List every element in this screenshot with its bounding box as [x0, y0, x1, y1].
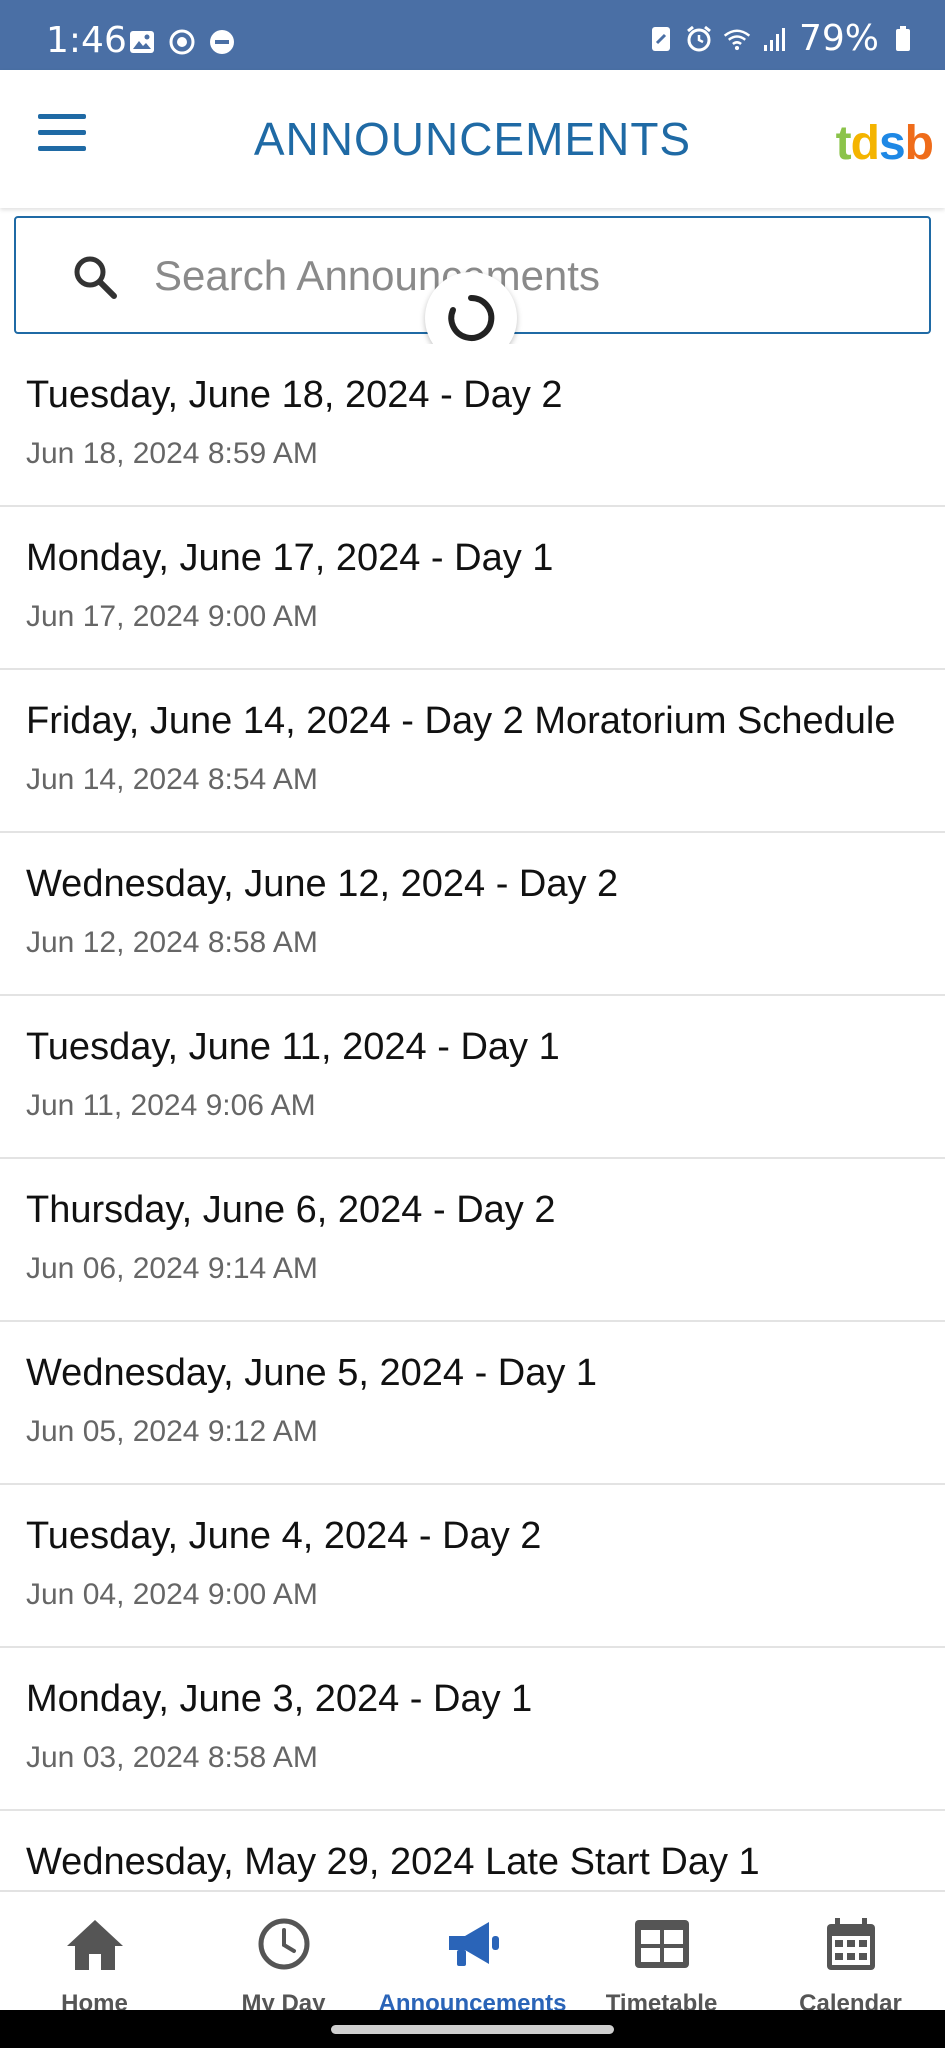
- clock-icon: [254, 1916, 314, 1972]
- status-bar: 1:46 79%: [0, 0, 945, 70]
- list-item[interactable]: Tuesday, June 11, 2024 - Day 1 Jun 11, 2…: [0, 996, 945, 1159]
- announcement-list[interactable]: Tuesday, June 18, 2024 - Day 2 Jun 18, 2…: [0, 344, 945, 1890]
- battery-percentage: 79%: [798, 18, 879, 59]
- timetable-icon: [632, 1916, 692, 1972]
- announcement-title: Monday, June 17, 2024 - Day 1: [26, 537, 554, 579]
- app-header: ANNOUNCEMENTS tdsb: [0, 70, 945, 208]
- home-gesture-handle[interactable]: [331, 2025, 614, 2034]
- nav-announcements[interactable]: Announcements: [378, 1892, 567, 2017]
- announcement-title: Tuesday, June 18, 2024 - Day 2: [26, 374, 563, 416]
- nfc-icon: [647, 25, 675, 53]
- announcement-date: Jun 18, 2024 8:59 AM: [26, 437, 318, 470]
- status-left-icons: [128, 28, 236, 56]
- announcement-title: Tuesday, June 4, 2024 - Day 2: [26, 1515, 542, 1557]
- tdsb-logo: tdsb: [835, 117, 934, 170]
- page-title: ANNOUNCEMENTS: [253, 113, 692, 165]
- nav-home[interactable]: Home: [0, 1892, 189, 2017]
- list-item[interactable]: Friday, June 14, 2024 - Day 2 Moratorium…: [0, 670, 945, 833]
- nav-my-day[interactable]: My Day: [189, 1892, 378, 2017]
- signal-icon: [761, 25, 789, 53]
- list-item[interactable]: Monday, June 17, 2024 - Day 1 Jun 17, 20…: [0, 507, 945, 670]
- search-input[interactable]: [154, 238, 894, 314]
- announcement-title: Thursday, June 6, 2024 - Day 2: [26, 1189, 556, 1231]
- list-item[interactable]: Monday, June 3, 2024 - Day 1 Jun 03, 202…: [0, 1648, 945, 1811]
- list-item[interactable]: Wednesday, June 12, 2024 - Day 2 Jun 12,…: [0, 833, 945, 996]
- bottom-nav: Home My Day Announcements Timetable Cale…: [0, 1890, 945, 2017]
- announcement-date: Jun 17, 2024 9:00 AM: [26, 600, 318, 633]
- announcement-date: Jun 03, 2024 8:58 AM: [26, 1741, 318, 1774]
- list-item[interactable]: Wednesday, June 5, 2024 - Day 1 Jun 05, …: [0, 1322, 945, 1485]
- announcement-title: Wednesday, May 29, 2024 Late Start Day 1: [26, 1841, 760, 1883]
- announcement-title: Tuesday, June 11, 2024 - Day 1: [26, 1026, 560, 1068]
- sync-icon: [168, 28, 196, 56]
- status-time: 1:46: [46, 20, 127, 61]
- announcement-title: Monday, June 3, 2024 - Day 1: [26, 1678, 533, 1720]
- list-item[interactable]: Tuesday, June 18, 2024 - Day 2 Jun 18, 2…: [0, 344, 945, 507]
- system-gesture-bar: [0, 2010, 945, 2048]
- alarm-icon: [685, 25, 713, 53]
- image-icon: [128, 28, 156, 56]
- list-item[interactable]: Wednesday, May 29, 2024 Late Start Day 1: [0, 1811, 945, 1890]
- announcement-date: Jun 04, 2024 9:00 AM: [26, 1578, 318, 1611]
- home-icon: [65, 1916, 125, 1972]
- calendar-icon: [821, 1916, 881, 1972]
- do-not-disturb-icon: [208, 28, 236, 56]
- nav-calendar[interactable]: Calendar: [756, 1892, 945, 2017]
- announcement-date: Jun 12, 2024 8:58 AM: [26, 926, 318, 959]
- announcement-date: Jun 11, 2024 9:06 AM: [26, 1089, 316, 1122]
- search-icon: [70, 252, 120, 302]
- announcement-date: Jun 14, 2024 8:54 AM: [26, 763, 318, 796]
- status-right: 79%: [647, 18, 917, 59]
- nav-timetable[interactable]: Timetable: [567, 1892, 756, 2017]
- list-item[interactable]: Tuesday, June 4, 2024 - Day 2 Jun 04, 20…: [0, 1485, 945, 1648]
- announcement-title: Wednesday, June 12, 2024 - Day 2: [26, 863, 619, 905]
- wifi-icon: [723, 25, 751, 53]
- megaphone-icon: [443, 1916, 503, 1972]
- announcement-date: Jun 06, 2024 9:14 AM: [26, 1252, 318, 1285]
- announcement-title: Friday, June 14, 2024 - Day 2 Moratorium…: [26, 700, 896, 742]
- list-item[interactable]: Thursday, June 6, 2024 - Day 2 Jun 06, 2…: [0, 1159, 945, 1322]
- announcement-title: Wednesday, June 5, 2024 - Day 1: [26, 1352, 598, 1394]
- announcement-date: Jun 05, 2024 9:12 AM: [26, 1415, 318, 1448]
- battery-icon: [889, 25, 917, 53]
